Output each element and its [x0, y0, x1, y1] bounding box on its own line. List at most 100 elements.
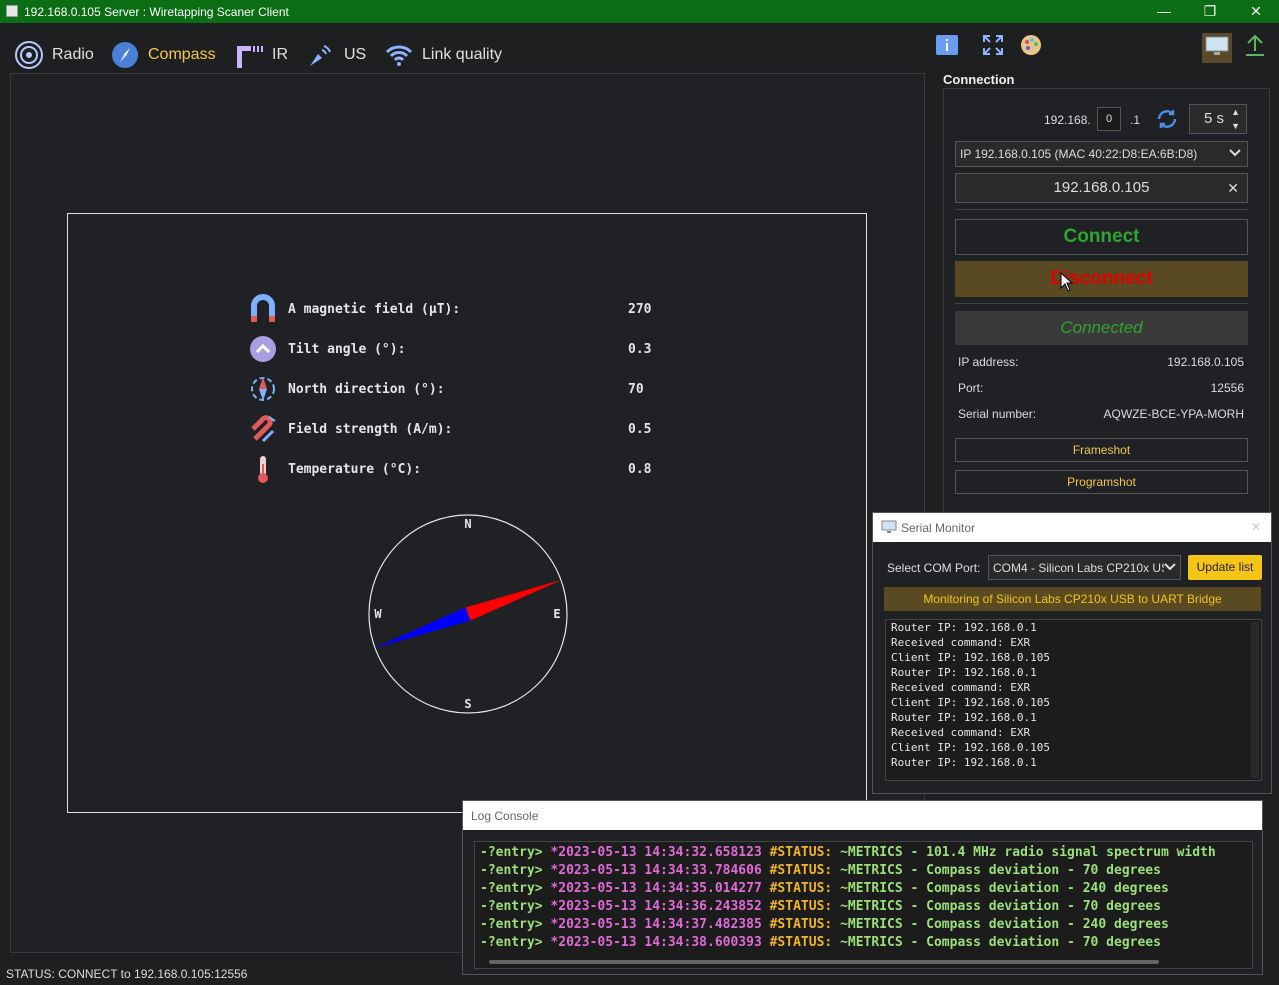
ip-input-value: 192.168.0.105 — [1053, 179, 1150, 196]
compass-e-label: E — [553, 607, 560, 621]
thermometer-icon — [248, 454, 278, 484]
serial-line: Received command: EXR — [891, 726, 1031, 739]
tab-bar: Radio Compass IR US Link quality — [0, 23, 930, 77]
tab-link-quality[interactable]: Link quality — [384, 35, 502, 75]
ip-prefix: 192.168. — [1044, 113, 1091, 127]
ip-input[interactable]: 192.168.0.105 ✕ — [955, 173, 1248, 203]
serial-scrollbar[interactable] — [1251, 622, 1259, 778]
port-key: Port: — [958, 381, 984, 395]
magnet-icon — [248, 294, 278, 324]
log-entry: -?entry> *2023-05-13 14:34:35.014277 #ST… — [480, 881, 1169, 896]
tab-ir-label: IR — [272, 46, 288, 63]
log-entry: -?entry> *2023-05-13 14:34:37.482385 #ST… — [480, 917, 1169, 932]
compass-s-label: S — [464, 697, 471, 711]
ir-icon — [234, 40, 264, 70]
log-horizontal-scrollbar[interactable] — [479, 958, 1239, 966]
ultrasound-icon — [306, 40, 336, 70]
refresh-button[interactable] — [1155, 107, 1179, 131]
status-bar: STATUS: CONNECT to 192.168.0.105:12556 — [6, 967, 248, 981]
frameshot-button[interactable]: Frameshot — [955, 438, 1248, 462]
monitor-icon — [1205, 36, 1229, 61]
metric-label: A magnetic field (µT): — [288, 301, 461, 317]
tab-ir[interactable]: IR — [234, 35, 288, 75]
device-select[interactable]: IP 192.168.0.105 (MAC 40:22:D8:EA:6B:D8) — [955, 141, 1248, 167]
upload-button[interactable] — [1241, 33, 1269, 61]
serial-number-key: Serial number: — [958, 407, 1037, 421]
radio-icon — [14, 40, 44, 70]
serial-line: Client IP: 192.168.0.105 — [891, 696, 1050, 709]
metric-label: Tilt angle (°): — [288, 341, 406, 357]
tab-link-quality-label: Link quality — [422, 46, 503, 63]
interval-value: 5 s — [1204, 110, 1225, 127]
tab-compass-label: Compass — [148, 46, 216, 63]
app-icon — [6, 5, 18, 17]
minimize-button[interactable]: — — [1141, 0, 1187, 23]
connection-title: Connection — [943, 72, 1015, 87]
compass-w-label: W — [374, 607, 382, 621]
log-scroll-thumb[interactable] — [489, 960, 1159, 964]
spin-arrows-icon[interactable]: ▲ ▼ — [1231, 105, 1240, 133]
log-output[interactable]: -?entry> *2023-05-13 14:34:32.658123 #ST… — [474, 841, 1253, 969]
log-entry: -?entry> *2023-05-13 14:34:36.243852 #ST… — [480, 899, 1161, 914]
serial-close-button[interactable]: ✕ — [1251, 520, 1261, 534]
mouse-cursor-icon — [1060, 271, 1074, 297]
tilt-icon — [248, 334, 278, 364]
theme-button[interactable] — [1017, 33, 1045, 61]
metric-row-magnetic-field: A magnetic field (µT): 270 — [248, 292, 688, 326]
com-port-label: Select COM Port: — [887, 561, 981, 575]
log-console-title: Log Console — [471, 809, 539, 823]
serial-output[interactable]: Router IP: 192.168.0.1 Received command:… — [885, 619, 1262, 781]
update-list-button[interactable]: Update list — [1188, 555, 1262, 580]
log-entry: -?entry> *2023-05-13 14:34:32.658123 #ST… — [480, 845, 1216, 860]
serial-monitor-window: Serial Monitor ✕ Select COM Port: COM4 -… — [872, 512, 1272, 794]
wifi-icon — [384, 40, 414, 70]
ip-suffix: .1 — [1130, 113, 1141, 127]
connect-button[interactable]: Connect — [955, 219, 1248, 255]
info-icon — [935, 34, 959, 61]
refresh-icon — [1155, 110, 1179, 135]
serial-line: Received command: EXR — [891, 681, 1031, 694]
tab-radio-label: Radio — [52, 46, 94, 63]
tab-us-label: US — [344, 46, 367, 63]
metric-row-north-direction: North direction (°): 70 — [248, 372, 688, 406]
programshot-button[interactable]: Programshot — [955, 470, 1248, 494]
com-port-value: COM4 - Silicon Labs CP210x US — [993, 561, 1170, 575]
tab-radio[interactable]: Radio — [14, 35, 94, 75]
log-entry: -?entry> *2023-05-13 14:34:38.600393 #ST… — [480, 935, 1161, 950]
north-icon — [248, 374, 278, 404]
fullscreen-button[interactable] — [979, 33, 1007, 61]
monitor-button[interactable] — [1202, 33, 1232, 63]
upload-icon — [1244, 33, 1266, 62]
maximize-button[interactable]: ❐ — [1187, 0, 1233, 23]
com-port-select[interactable]: COM4 - Silicon Labs CP210x US — [988, 555, 1181, 580]
connected-status: Connected — [955, 311, 1248, 345]
clear-icon[interactable]: ✕ — [1227, 174, 1239, 202]
serial-line: Router IP: 192.168.0.1 — [891, 666, 1037, 679]
log-console-titlebar: Log Console — [463, 801, 1262, 830]
compass-n-label: N — [464, 517, 471, 531]
metric-value: 270 — [628, 301, 652, 317]
ip-address-value: 192.168.0.105 — [1167, 355, 1244, 369]
port-value: 12556 — [1210, 381, 1244, 395]
tab-compass[interactable]: Compass — [110, 35, 226, 77]
serial-line: Client IP: 192.168.0.105 — [891, 651, 1050, 664]
palette-icon — [1019, 33, 1043, 62]
metric-value: 0.8 — [628, 461, 652, 477]
metric-row-field-strength: Field strength (A/m): 0.5 — [248, 412, 688, 446]
tab-us[interactable]: US — [306, 35, 366, 75]
compass-needle — [374, 579, 562, 649]
metric-row-tilt-angle: Tilt angle (°): 0.3 — [248, 332, 688, 366]
disconnect-button[interactable]: Disconnect — [955, 261, 1248, 297]
compass-icon — [110, 40, 140, 70]
compass-dial: N S E W — [368, 514, 568, 714]
ip-octet-input[interactable]: 0 — [1097, 107, 1121, 131]
monitor-icon — [881, 520, 897, 537]
interval-spinbox[interactable]: 5 s ▲ ▼ — [1189, 104, 1247, 134]
close-button[interactable]: ✕ — [1233, 0, 1279, 23]
metric-label: North direction (°): — [288, 381, 445, 397]
serial-monitor-title: Serial Monitor — [901, 521, 976, 535]
chevron-down-icon — [1229, 146, 1241, 161]
info-button[interactable] — [933, 33, 961, 61]
serial-line: Router IP: 192.168.0.1 — [891, 756, 1037, 769]
divider — [955, 303, 1248, 304]
